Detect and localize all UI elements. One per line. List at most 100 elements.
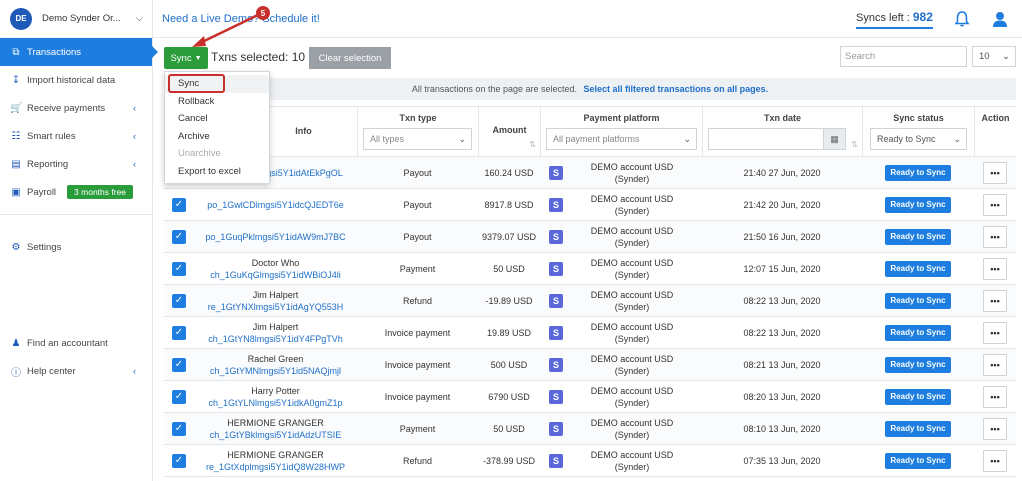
menu-item-cancel[interactable]: Cancel [165,110,269,128]
row-action-menu-button[interactable]: ••• [983,322,1007,344]
chevron-down-icon: ⌄ [683,134,691,144]
customer-name: Jim Halpert [252,290,299,300]
per-page-select[interactable]: 10 ⌄ [972,46,1016,67]
row-amount-cell: 160.24 USD [478,157,540,189]
bell-icon[interactable] [953,10,971,28]
status-badge: Ready to Sync [885,293,951,309]
sidebar-item-help-center[interactable]: ⓘ Help center ‹ [0,357,152,385]
row-action-menu-button[interactable]: ••• [983,354,1007,376]
transaction-id-link[interactable]: ch_1GtYLNlmgsi5Y1idkA0gmZ1p [208,397,342,409]
txn-type: Invoice payment [384,328,451,338]
status-badge: Ready to Sync [885,197,951,213]
transaction-id-link[interactable]: re_1GtYNXlmgsi5Y1idAgYQ553H [208,301,344,313]
row-action-menu-button[interactable]: ••• [983,450,1007,472]
txn-type-filter[interactable]: All types ⌄ [363,128,472,150]
row-checkbox[interactable]: ✓ [172,326,186,340]
top-bar: Need a Live Demo? Schedule it! Syncs lef… [153,0,1022,38]
transaction-id-link[interactable]: ch_1GtYN8lmgsi5Y1idY4FPgTVh [208,333,343,345]
select-all-filtered-link[interactable]: Select all filtered transactions on all … [584,84,769,94]
sidebar-item-reporting[interactable]: ▤ Reporting ‹ [0,150,152,178]
row-checkbox[interactable]: ✓ [172,358,186,372]
customer-name: Harry Potter [251,386,300,396]
row-action-menu-button[interactable]: ••• [983,258,1007,280]
sidebar-item-find-accountant[interactable]: ♟ Find an accountant [0,329,152,357]
sidebar-item-payroll[interactable]: ▣ Payroll 3 months free [0,178,152,206]
row-checkbox[interactable]: ✓ [172,390,186,404]
org-switcher[interactable]: DE Demo Synder Or... ⌵ [0,0,152,38]
row-action-menu-button[interactable]: ••• [983,162,1007,184]
sync-dropdown-button[interactable]: Sync ▼ [164,47,208,69]
transaction-id-link[interactable]: ch_1GtYBklmgsi5Y1idAdzUTSIE [210,429,342,441]
row-action-menu-button[interactable]: ••• [983,418,1007,440]
sort-icon[interactable]: ⇅ [529,140,536,149]
selection-notice-text: All transactions on the page are selecte… [411,84,578,94]
row-checkbox[interactable]: ✓ [172,454,186,468]
sidebar-item-import[interactable]: ↧ Import historical data [0,66,152,94]
chevron-down-icon: ⌄ [953,134,961,144]
payment-platform-filter[interactable]: All payment platforms ⌄ [546,128,697,150]
chevron-left-icon: ‹ [133,366,136,376]
txn-amount: 8917.8 USD [484,200,534,210]
row-action-cell: ••• [974,285,1016,317]
transaction-id-link[interactable]: re_1GtXdplmgsi5Y1idQ8W28HWP [206,461,345,473]
menu-item-export-excel[interactable]: Export to excel [165,163,269,181]
customer-name: HERMIONE GRANGER [227,450,324,460]
row-checkbox[interactable]: ✓ [172,230,186,244]
table-row: ✓ Harry Potter ch_1GtYLNlmgsi5Y1idkA0gmZ1p… [164,381,1016,413]
row-checkbox[interactable]: ✓ [172,262,186,276]
date-filter-input[interactable]: ▦ [708,128,846,150]
header-amount-title: Amount [492,125,527,135]
txn-amount: 50 USD [493,424,525,434]
row-action-menu-button[interactable]: ••• [983,386,1007,408]
transaction-id-link[interactable]: ch_1GtYMNlmgsi5Y1id5NAQjmjl [210,365,341,377]
header-date-title: Txn date [763,113,801,123]
txn-amount: 19.89 USD [486,328,532,338]
row-action-menu-button[interactable]: ••• [983,226,1007,248]
search-input[interactable]: Search [840,46,967,67]
row-checkbox[interactable]: ✓ [172,294,186,308]
transaction-id-link[interactable]: po_1GuqPklmgsi5Y1idAW9mJ7BC [205,231,345,243]
sidebar-item-receive-payments[interactable]: 🛒 Receive payments ‹ [0,94,152,122]
menu-item-archive[interactable]: Archive [165,128,269,146]
sidebar-item-settings[interactable]: ⚙ Settings [0,233,152,261]
sidebar-item-smart-rules[interactable]: ☷ Smart rules ‹ [0,122,152,150]
row-action-menu-button[interactable]: ••• [983,194,1007,216]
txn-date: 12:07 15 Jun, 2020 [743,264,821,274]
menu-item-rollback[interactable]: Rollback [165,93,269,111]
header-amount: Amount ⇅ [478,107,540,158]
sync-status-filter[interactable]: Ready to Sync ⌄ [870,128,967,150]
txn-type: Payout [403,232,432,242]
row-checkbox[interactable]: ✓ [172,422,186,436]
row-select-cell: ✓ [164,445,194,477]
sidebar-item-transactions[interactable]: ⧉ Transactions [0,38,158,66]
stripe-icon: S [549,326,563,340]
txn-date: 08:20 13 Jun, 2020 [743,392,821,402]
status-badge: Ready to Sync [885,325,951,341]
row-action-menu-button[interactable]: ••• [983,290,1007,312]
row-status-cell: Ready to Sync [862,189,974,221]
row-status-cell: Ready to Sync [862,413,974,445]
row-platform-cell: S DEMO account USD (Synder) [540,381,702,413]
txn-date: 21:42 20 Jun, 2020 [743,200,821,210]
row-type-cell: Payout [357,221,478,253]
user-icon[interactable] [991,10,1009,28]
sort-icon[interactable]: ⇅ [851,140,858,149]
status-badge: Ready to Sync [885,229,951,245]
row-amount-cell: -19.89 USD [478,285,540,317]
transaction-id-link[interactable]: po_1GwlCDlmgsi5Y1idcQJEDT6e [207,199,344,211]
txn-type: Refund [402,456,433,466]
row-info-cell: po_1GuqPklmgsi5Y1idAW9mJ7BC [194,221,357,253]
row-action-cell: ••• [974,381,1016,413]
clear-selection-button[interactable]: Clear selection [309,47,391,69]
row-checkbox[interactable]: ✓ [172,198,186,212]
caret-down-icon: ▼ [194,54,202,62]
txn-type: Invoice payment [384,360,451,370]
syncs-left-label: Syncs left : [856,12,910,24]
table-row: ✓ po_1GuqPklmgsi5Y1idAW9mJ7BC Payout 9379.0… [164,221,1016,253]
payment-platform: DEMO account USD (Synder) [590,322,674,344]
row-type-cell: Payout [357,189,478,221]
transaction-id-link[interactable]: ch_1GuKqGlmgsi5Y1idWBiOJ4li [210,269,341,281]
header-txn-type-title: Txn type [399,113,437,123]
txn-type: Payment [399,264,436,274]
calendar-icon[interactable]: ▦ [823,129,845,149]
